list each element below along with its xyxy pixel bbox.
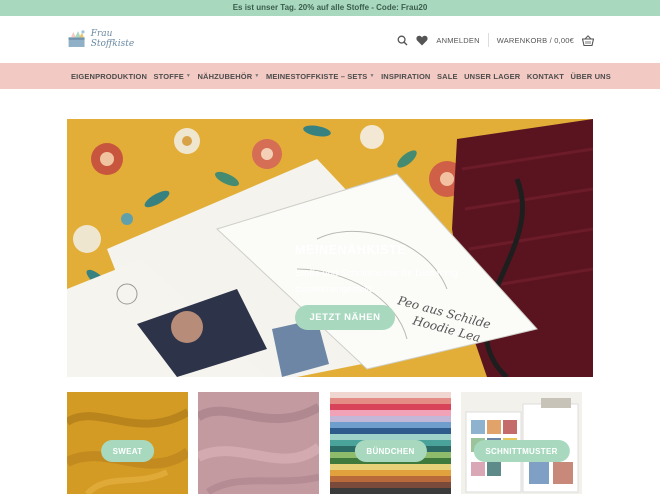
nav-item-label: INSPIRATION [381,71,431,81]
category-button[interactable]: SCHNITTMUSTER [473,440,570,462]
nav-item-eigenproduktion[interactable]: EIGENPRODUKTION [71,72,147,81]
nav-item-label: STOFFE [153,71,184,81]
category-button[interactable]: BÜNDCHEN [354,440,427,462]
cart-link[interactable]: WARENKORB / 0,00€ [497,36,574,45]
logo-text: Frau Stoffkiste [90,29,135,49]
login-link[interactable]: ANMELDEN [436,36,479,45]
nav-item-sale[interactable]: SALE [437,72,458,81]
nav-item-label: MEINESTOFFKISTE – SETS [265,71,368,81]
nav-item-naehzubehoer[interactable]: NÄHZUBEHÖR ▼ [197,72,259,81]
hero-subtitle: Stoffe und Schnittmuster für Dich fertig… [295,268,458,295]
site-logo[interactable]: Frau Stoffkiste [67,26,145,52]
nav-item-meinestoffkiste-sets[interactable]: MEINESTOFFKISTE – SETS ▼ [266,72,375,81]
basket-icon[interactable] [582,34,594,46]
nav-item-inspiration[interactable]: INSPIRATION [381,72,430,81]
hero-cta-button[interactable]: JETZT NÄHEN [295,305,395,330]
hero-title: MEINENÄHKISTE [295,243,407,257]
nav-item-label: EIGENPRODUKTION [71,71,148,81]
nav-item-stoffe[interactable]: STOFFE ▼ [154,72,191,81]
nav-item-ueber-uns[interactable]: ÜBER UNS [571,72,611,81]
promo-text: Es ist unser Tag. 20% auf alle Stoffe - … [232,3,428,12]
category-tile-pink-fabric[interactable] [198,392,319,494]
nav-list: EIGENPRODUKTION STOFFE ▼ NÄHZUBEHÖR ▼ ME… [71,63,611,89]
site-header: Frau Stoffkiste ANMELDEN WARENKORB / 0,0… [0,16,660,63]
chevron-down-icon: ▼ [369,73,375,79]
nav-item-unser-lager[interactable]: UNSER LAGER [464,72,520,81]
promo-bar: Es ist unser Tag. 20% auf alle Stoffe - … [0,0,660,16]
category-tile-buendchen[interactable]: BÜNDCHEN [330,392,451,494]
nav-item-label: NÄHZUBEHÖR [197,71,253,81]
nav-item-label: UNSER LAGER [464,71,521,81]
chevron-down-icon: ▼ [185,73,191,79]
search-icon[interactable] [397,35,408,46]
category-tile-schnittmuster[interactable]: SCHNITTMUSTER [461,392,582,494]
nav-item-kontakt[interactable]: KONTAKT [527,72,564,81]
hero-banner[interactable]: Peo aus Schilde Hoodie Lea MEINENÄHKISTE… [67,119,593,377]
header-divider [487,33,489,47]
nav-item-label: KONTAKT [526,71,565,81]
chevron-down-icon: ▼ [254,73,260,79]
category-tile-sweat[interactable]: SWEAT [67,392,188,494]
nav-item-label: SALE [437,71,458,81]
category-button[interactable]: SWEAT [100,440,155,462]
nav-item-label: ÜBER UNS [570,71,611,81]
header-actions: ANMELDEN WARENKORB / 0,00€ [397,33,594,47]
logo-box-icon [68,30,85,47]
pink-fabric-image [198,392,319,494]
main-navigation: EIGENPRODUKTION STOFFE ▼ NÄHZUBEHÖR ▼ ME… [0,63,660,89]
wishlist-heart-icon[interactable] [416,35,428,46]
